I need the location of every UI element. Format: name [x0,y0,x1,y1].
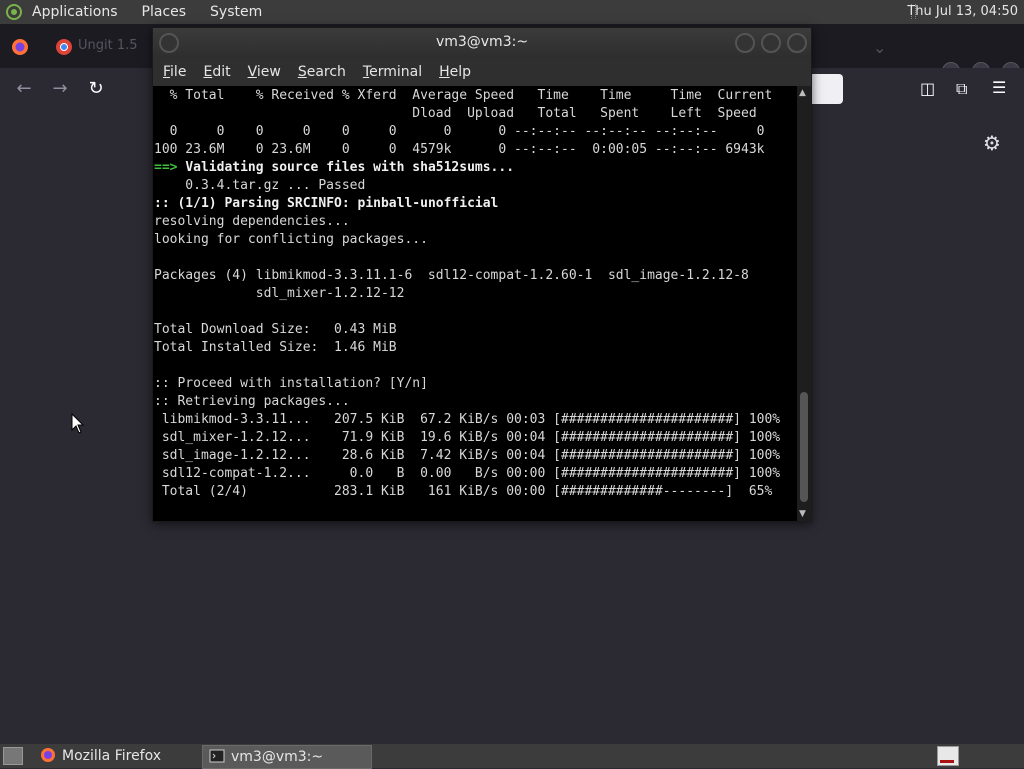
tab-list-chevron-icon[interactable]: ⌄ [873,38,886,57]
window-menu-icon[interactable] [159,33,179,53]
terminal-line: % Total % Received % Xferd Average Speed… [154,88,773,103]
arrow-prefix: ==> [154,160,186,175]
terminal-line: Total (2/4) 283.1 KiB 161 KiB/s 00:00 [#… [154,484,773,499]
close-button[interactable] [787,33,807,53]
places-menu[interactable]: Places [142,4,187,20]
back-arrow-icon[interactable]: ← [13,78,35,100]
taskbar-firefox[interactable]: Mozilla Firefox [34,745,198,767]
maximize-button[interactable] [761,33,781,53]
terminal-screen[interactable]: % Total % Received % Xferd Average Speed… [153,86,797,521]
distro-logo-icon[interactable] [6,4,22,20]
taskbar-terminal-label: vm3@vm3:~ [231,749,324,765]
terminal-scrollbar[interactable]: ▲ ▼ [797,86,811,521]
terminal-line: sdl12-compat-1.2... 0.0 B 0.00 B/s 00:00… [154,466,781,481]
validating-text: Validating source files with sha512sums.… [185,160,515,175]
terminal-line: :: Proceed with installation? [Y/n] [154,376,428,391]
menu-terminal[interactable]: Terminal [363,64,422,80]
terminal-line: Total Installed Size: 1.46 MiB [154,340,397,355]
menu-search[interactable]: Search [298,64,346,80]
menu-edit[interactable]: Edit [203,64,230,80]
terminal-line: 0.3.4.tar.gz ... Passed [154,178,366,193]
clock[interactable]: Thu Jul 13, 04:50 [907,4,1018,19]
terminal-line: resolving dependencies... [154,214,350,229]
terminal-line-parsing: :: (1/1) Parsing SRCINFO: pinball-unoffi… [154,195,780,213]
extensions-icon[interactable]: ⧉ [956,79,967,99]
terminal-line: libmikmod-3.3.11... 207.5 KiB 67.2 KiB/s… [154,412,781,427]
terminal-title: vm3@vm3:~ [435,34,529,50]
parsing-text: (1/1) Parsing SRCINFO: pinball-unofficia… [177,196,499,211]
firefox-menu-icon[interactable] [11,38,29,56]
reload-icon[interactable]: ↻ [85,78,107,100]
top-panel: Applications Places System Thu Jul 13, 0… [0,0,1024,24]
terminal-menubar: File Edit View Search Terminal Help [153,58,811,86]
terminal-line: Packages (4) libmikmod-3.3.11.1-6 sdl12-… [154,268,749,283]
terminal-line: 0 0 0 0 0 0 0 0 --:--:-- --:--:-- --:--:… [154,124,765,139]
taskbar-firefox-label: Mozilla Firefox [62,748,162,764]
terminal-line: Dload Upload Total Spent Left Speed [154,106,757,121]
scroll-up-icon[interactable]: ▲ [799,88,806,98]
parsing-prefix: :: [154,196,178,211]
menu-view[interactable]: View [248,64,281,80]
terminal-output: % Total % Received % Xferd Average Speed… [154,87,780,501]
terminal-window: vm3@vm3:~ File Edit View Search Terminal… [152,27,812,522]
terminal-icon [209,749,225,763]
menu-help[interactable]: Help [439,64,471,80]
gear-icon[interactable]: ⚙ [983,131,1001,155]
scrollbar-thumb[interactable] [800,392,808,502]
terminal-line: looking for conflicting packages... [154,232,428,247]
terminal-line: sdl_mixer-1.2.12... 71.9 KiB 19.6 KiB/s … [154,430,781,445]
terminal-line: :: Retrieving packages... [154,394,350,409]
terminal-titlebar[interactable]: vm3@vm3:~ [153,28,811,58]
system-menu[interactable]: System [210,4,262,20]
mouse-cursor-icon [71,413,85,434]
firefox-tab-title[interactable]: Ungit 1.5 [78,38,138,53]
terminal-line: sdl_image-1.2.12... 28.6 KiB 7.42 KiB/s … [154,448,781,463]
workspace-switcher[interactable] [937,746,959,766]
forward-arrow-icon[interactable]: → [49,78,71,100]
hamburger-menu-icon[interactable]: ☰ [992,78,1006,97]
menu-file[interactable]: File [163,64,186,80]
terminal-line: Total Download Size: 0.43 MiB [154,322,397,337]
terminal-line: sdl_mixer-1.2.12-12 [154,286,405,301]
terminal-line: 100 23.6M 0 23.6M 0 0 4579k 0 --:--:-- 0… [154,142,765,157]
bottom-panel: Mozilla Firefox vm3@vm3:~ [0,744,1024,769]
applications-menu[interactable]: Applications [32,4,118,20]
taskbar-terminal[interactable]: vm3@vm3:~ [202,745,372,769]
terminal-line-validating: ==> Validating source files with sha512s… [154,159,780,177]
pocket-icon[interactable]: ◫ [920,79,935,98]
firefox-icon [41,748,55,762]
show-desktop-button[interactable] [3,747,23,765]
scroll-down-icon[interactable]: ▼ [799,509,806,519]
chrome-favicon-icon [56,39,72,55]
minimize-button[interactable] [735,33,755,53]
